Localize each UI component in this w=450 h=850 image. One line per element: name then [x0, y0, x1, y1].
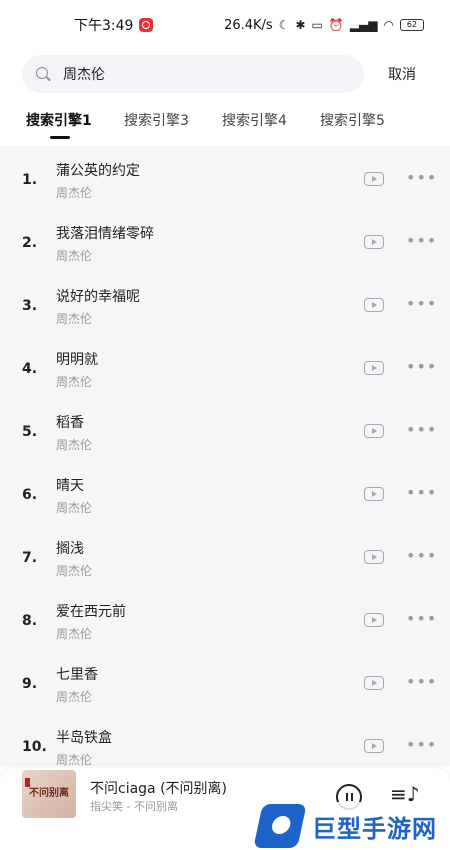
song-artist: 周杰伦 [56, 753, 93, 767]
song-row[interactable]: 6. 晴天 周杰伦 ••• [0, 461, 450, 524]
song-title: 稻香 [56, 415, 84, 431]
video-icon[interactable] [364, 298, 384, 312]
now-playing-subtitle: 指尖笑 - 不问别离 [90, 800, 178, 813]
song-index: 5. [22, 424, 38, 440]
song-artist: 周杰伦 [56, 186, 93, 200]
video-icon[interactable] [364, 550, 384, 564]
tab-engine-1[interactable]: 搜索引擎1 [26, 110, 124, 139]
moon-icon: ☾ [278, 18, 290, 32]
song-index: 2. [22, 235, 38, 251]
status-time: 下午3:49 [74, 18, 134, 34]
song-artist: 周杰伦 [56, 438, 93, 452]
song-row[interactable]: 1. 蒲公英的约定 周杰伦 ••• [0, 146, 450, 209]
song-row[interactable]: 4. 明明就 周杰伦 ••• [0, 335, 450, 398]
song-artist: 周杰伦 [56, 375, 93, 389]
status-left: 下午3:49 [74, 15, 154, 35]
video-icon[interactable] [364, 739, 384, 753]
more-icon[interactable]: ••• [406, 233, 436, 249]
site-watermark: 巨型手游网 [253, 802, 448, 850]
song-index: 8. [22, 613, 38, 629]
search-icon [36, 66, 51, 82]
video-icon[interactable] [364, 676, 384, 690]
song-list: 1. 蒲公英的约定 周杰伦 ••• 2. 我落泪情绪零碎 周杰伦 ••• 3. … [0, 146, 450, 767]
tab-engine-3[interactable]: 搜索引擎3 [124, 110, 222, 138]
more-icon[interactable]: ••• [406, 485, 436, 501]
more-icon[interactable]: ••• [406, 359, 436, 375]
song-title: 我落泪情绪零碎 [56, 226, 154, 242]
bluetooth-icon: ✱ [295, 18, 306, 32]
song-index: 6. [22, 487, 38, 503]
song-index: 9. [22, 676, 38, 692]
song-index: 7. [22, 550, 38, 566]
song-artist: 周杰伦 [56, 501, 93, 515]
song-title: 爱在西元前 [56, 604, 126, 620]
status-right: 26.4K/s ☾ ✱ ▭ ⏰ ▂▄▆ ◠ 62 [224, 18, 424, 33]
vibrate-icon: ▭ [311, 18, 323, 32]
song-index: 3. [22, 298, 38, 314]
alarm-icon: ⏰ [328, 18, 344, 32]
more-icon[interactable]: ••• [406, 548, 436, 564]
search-row: 取消 [22, 55, 432, 93]
video-icon[interactable] [364, 172, 384, 186]
song-row[interactable]: 5. 稻香 周杰伦 ••• [0, 398, 450, 461]
more-icon[interactable]: ••• [406, 422, 436, 438]
netease-music-icon [139, 18, 154, 32]
song-artist: 周杰伦 [56, 627, 93, 641]
video-icon[interactable] [364, 613, 384, 627]
now-playing-title: 不问ciaga (不问别离) [90, 781, 228, 797]
album-cover[interactable]: 不问别离 [22, 770, 76, 818]
tab-engine-4[interactable]: 搜索引擎4 [222, 110, 320, 138]
song-title: 明明就 [56, 352, 98, 368]
song-index: 10. [22, 739, 47, 755]
song-row[interactable]: 10. 半岛铁盒 周杰伦 ••• [0, 713, 450, 776]
cover-title: 不问别离 [29, 788, 69, 799]
song-artist: 周杰伦 [56, 564, 93, 578]
battery-icon: 62 [400, 19, 424, 31]
cancel-button[interactable]: 取消 [388, 64, 416, 84]
song-row[interactable]: 2. 我落泪情绪零碎 周杰伦 ••• [0, 209, 450, 272]
song-artist: 周杰伦 [56, 690, 93, 704]
song-row[interactable]: 9. 七里香 周杰伦 ••• [0, 650, 450, 713]
song-title: 晴天 [56, 478, 84, 494]
song-title: 七里香 [56, 667, 98, 683]
search-input[interactable] [63, 66, 323, 82]
search-box[interactable] [22, 55, 364, 93]
song-title: 蒲公英的约定 [56, 163, 140, 179]
more-icon[interactable]: ••• [406, 674, 436, 690]
video-icon[interactable] [364, 361, 384, 375]
video-icon[interactable] [364, 424, 384, 438]
wifi-icon: ◠ [383, 18, 394, 32]
more-icon[interactable]: ••• [406, 296, 436, 312]
song-row[interactable]: 3. 说好的幸福呢 周杰伦 ••• [0, 272, 450, 335]
video-icon[interactable] [364, 235, 384, 249]
net-speed: 26.4K/s [224, 17, 273, 33]
signal-icon: ▂▄▆ [349, 18, 378, 32]
song-title: 说好的幸福呢 [56, 289, 140, 305]
watermark-logo-icon [253, 804, 307, 848]
tab-engine-5[interactable]: 搜索引擎5 [320, 110, 418, 138]
video-icon[interactable] [364, 487, 384, 501]
song-index: 4. [22, 361, 38, 377]
song-row[interactable]: 8. 爱在西元前 周杰伦 ••• [0, 587, 450, 650]
song-row[interactable]: 7. 搁浅 周杰伦 ••• [0, 524, 450, 587]
song-title: 搁浅 [56, 541, 84, 557]
more-icon[interactable]: ••• [406, 611, 436, 627]
watermark-text: 巨型手游网 [312, 814, 437, 843]
song-artist: 周杰伦 [56, 312, 93, 326]
song-artist: 周杰伦 [56, 249, 93, 263]
more-icon[interactable]: ••• [406, 170, 436, 186]
more-icon[interactable]: ••• [406, 737, 436, 753]
song-index: 1. [22, 172, 38, 188]
song-title: 半岛铁盒 [56, 730, 112, 746]
status-bar: 下午3:49 26.4K/s ☾ ✱ ▭ ⏰ ▂▄▆ ◠ 62 [0, 0, 450, 50]
engine-tabs: 搜索引擎1 搜索引擎3 搜索引擎4 搜索引擎5 [26, 110, 418, 139]
